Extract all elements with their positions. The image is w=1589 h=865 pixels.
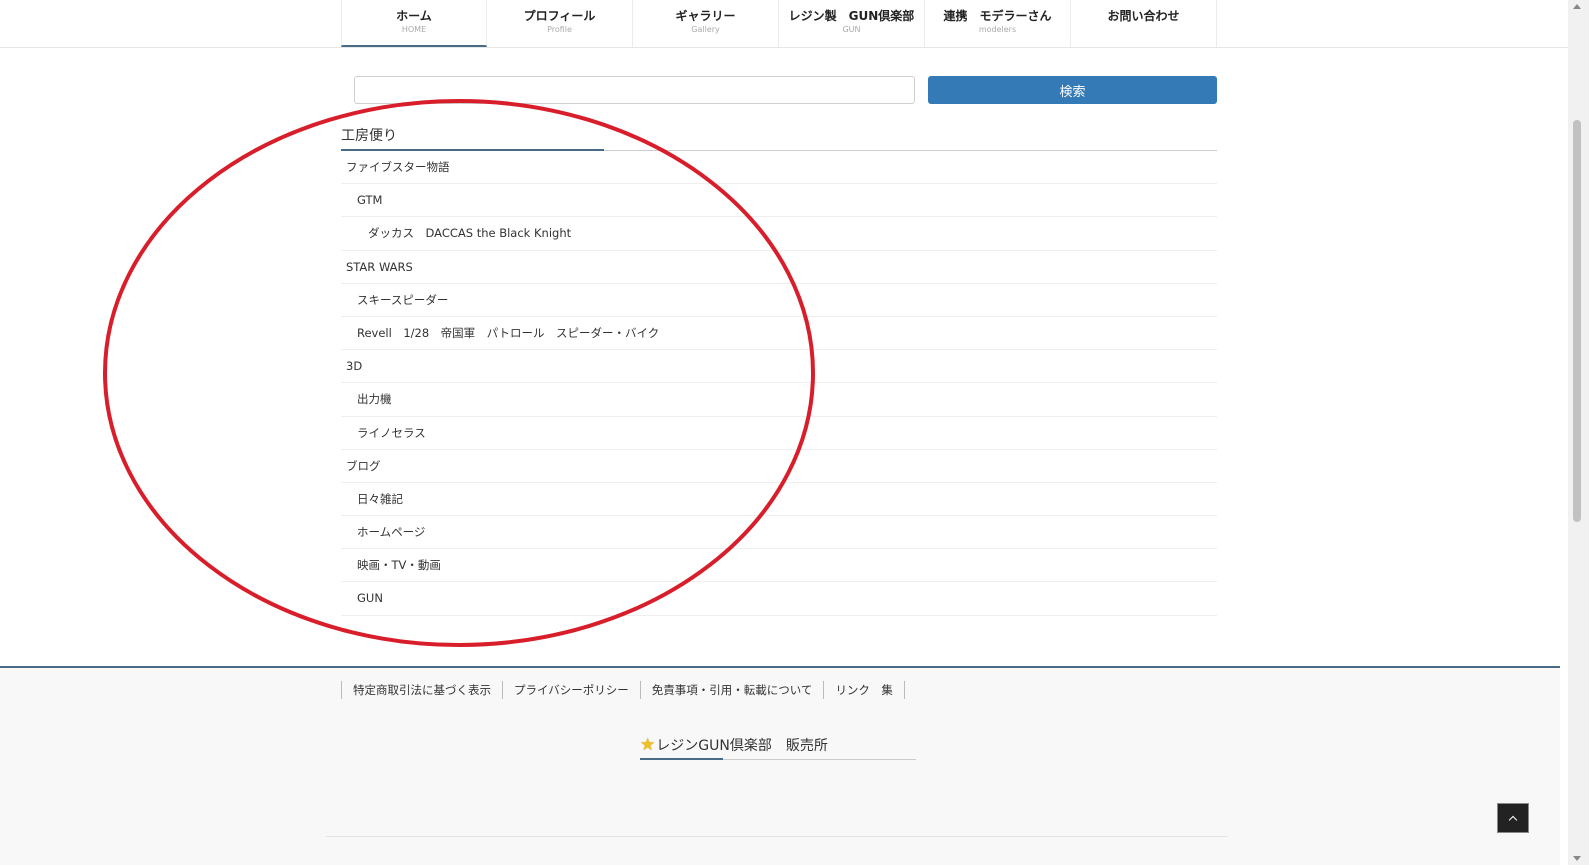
global-nav: ホーム HOME プロフィール Profile ギャラリー Gallery レジ… <box>0 0 1568 48</box>
search-input[interactable] <box>354 76 915 104</box>
nav-item-home[interactable]: ホーム HOME <box>341 0 487 47</box>
nav-menu: ホーム HOME プロフィール Profile ギャラリー Gallery レジ… <box>341 0 1217 47</box>
category-widget-title: 工房便り <box>341 121 1217 151</box>
footer-link-disclaimer[interactable]: 免責事項・引用・転載について <box>639 681 824 699</box>
category-item[interactable]: ブログ <box>341 450 1217 483</box>
nav-item-gun-club[interactable]: レジン製 GUN倶楽部 GUN <box>779 0 925 47</box>
nav-item-sublabel: Profile <box>547 25 572 34</box>
nav-item-label: お問い合わせ <box>1107 9 1180 23</box>
nav-item-label: ギャラリー <box>675 9 736 23</box>
nav-item-contact[interactable]: お問い合わせ <box>1071 0 1217 47</box>
nav-item-modelers[interactable]: 連携 モデラーさん modelers <box>925 0 1071 47</box>
scroll-up-icon[interactable] <box>1573 4 1581 9</box>
category-item[interactable]: スキースピーダー <box>341 284 1217 317</box>
shop-widget-title: ★ レジンGUN倶楽部 販売所 <box>640 730 916 760</box>
footer-link-privacy[interactable]: プライバシーポリシー <box>502 681 640 699</box>
footer-link-links[interactable]: リンク 集 <box>823 681 905 699</box>
nav-item-label: ホーム <box>396 9 432 23</box>
shop-title-text: レジンGUN倶楽部 販売所 <box>656 737 828 754</box>
nav-item-sublabel: GUN <box>842 25 861 34</box>
scrollbar-thumb[interactable] <box>1573 120 1581 522</box>
category-item[interactable]: ホームページ <box>341 516 1217 550</box>
footer: 特定商取引法に基づく表示 プライバシーポリシー 免責事項・引用・転載について リ… <box>0 666 1560 865</box>
category-item[interactable]: 日々雑記 <box>341 483 1217 517</box>
category-item[interactable]: GUN <box>341 582 1217 616</box>
search-button[interactable]: 検索 <box>928 76 1217 104</box>
category-item[interactable]: STAR WARS <box>341 251 1217 284</box>
category-item[interactable]: Revell 1/28 帝国軍 パトロール スピーダー・バイク <box>341 317 1217 351</box>
chevron-up-icon <box>1508 815 1518 824</box>
category-item[interactable]: ダッカス DACCAS the Black Knight <box>341 217 1217 251</box>
scrollbar[interactable] <box>1568 0 1589 865</box>
footer-nav: 特定商取引法に基づく表示 プライバシーポリシー 免責事項・引用・転載について リ… <box>341 681 905 699</box>
scroll-down-icon[interactable] <box>1573 856 1581 861</box>
star-icon: ★ <box>640 734 656 755</box>
nav-item-label: レジン製 GUN倶楽部 <box>788 9 915 23</box>
category-item[interactable]: GTM <box>341 184 1217 218</box>
nav-item-label: プロフィール <box>523 9 596 23</box>
nav-item-gallery[interactable]: ギャラリー Gallery <box>633 0 779 47</box>
page: ホーム HOME プロフィール Profile ギャラリー Gallery レジ… <box>0 0 1589 865</box>
category-item[interactable]: ファイブスター物語 <box>341 151 1217 185</box>
title-accent-underline <box>640 758 723 760</box>
category-item[interactable]: 映画・TV・動画 <box>341 549 1217 583</box>
nav-item-profile[interactable]: プロフィール Profile <box>487 0 633 47</box>
category-item[interactable]: 出力機 <box>341 383 1217 417</box>
page-top-button[interactable] <box>1497 803 1529 833</box>
nav-item-sublabel: HOME <box>401 25 427 34</box>
category-item[interactable]: 3D <box>341 350 1217 384</box>
category-list: ファイブスター物語 GTM ダッカス DACCAS the Black Knig… <box>341 151 1217 616</box>
nav-item-sublabel: modelers <box>978 25 1017 34</box>
category-item[interactable]: ライノセラス <box>341 417 1217 450</box>
footer-link-legal[interactable]: 特定商取引法に基づく表示 <box>341 681 502 699</box>
nav-item-sublabel: Gallery <box>691 25 720 34</box>
divider <box>326 836 1228 837</box>
nav-item-label: 連携 モデラーさん <box>943 9 1052 23</box>
